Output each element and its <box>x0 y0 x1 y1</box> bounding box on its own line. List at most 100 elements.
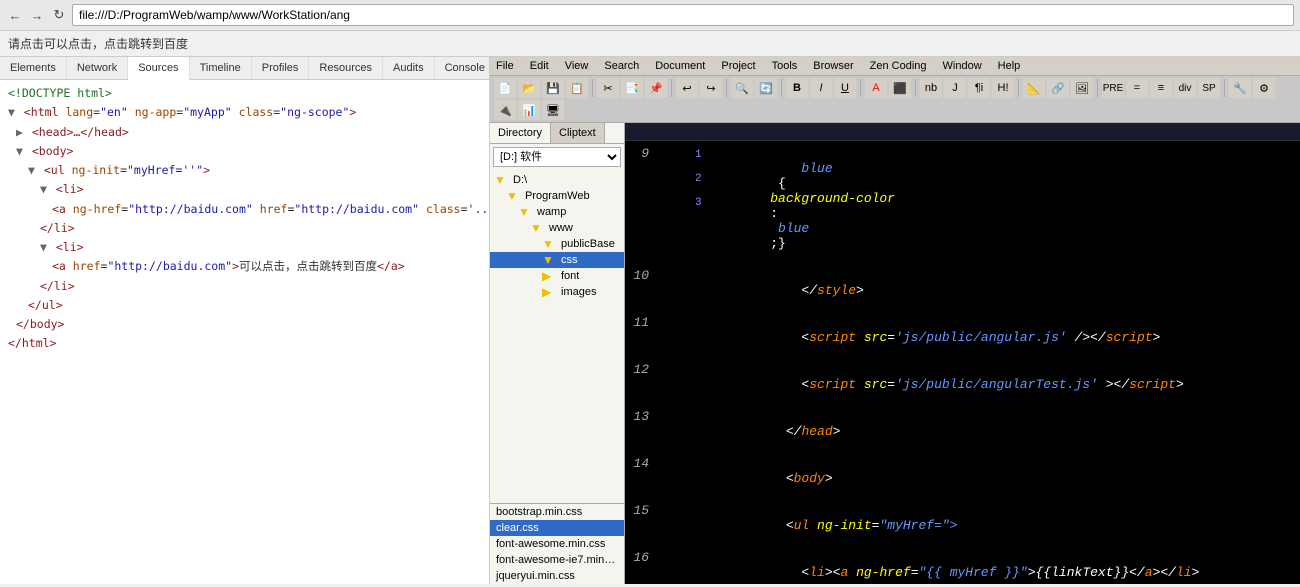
tb-misc5[interactable]: 🖥 <box>542 100 564 120</box>
tb-saveas[interactable]: 📋 <box>566 78 588 98</box>
tb-paste[interactable]: 📌 <box>645 78 667 98</box>
tab-network[interactable]: Network <box>67 57 128 79</box>
menu-document[interactable]: Document <box>653 59 707 73</box>
tb-undo[interactable]: ↩ <box>676 78 698 98</box>
tb-list[interactable]: ≡ <box>1150 78 1172 98</box>
drive-selector[interactable]: [D:] 软件 <box>493 147 621 167</box>
menu-file[interactable]: File <box>494 59 516 73</box>
tab-sources[interactable]: Sources <box>128 57 189 80</box>
code-line-10: 10 </style> <box>625 267 1300 314</box>
code-line-12: 12 <script src='js/public/angularTest.js… <box>625 361 1300 408</box>
fb-item-programweb[interactable]: ▼ ProgramWeb <box>490 188 624 204</box>
expand-icon[interactable]: ▼ <box>16 144 23 158</box>
tb-save[interactable]: 💾 <box>542 78 564 98</box>
line-content: <script src='js/public/angular.js' /></s… <box>661 315 1300 360</box>
tb-misc1[interactable]: 🔧 <box>1229 78 1251 98</box>
expand-icon[interactable]: ▼ <box>40 240 47 254</box>
menu-search[interactable]: Search <box>602 59 641 73</box>
dom-line: </li> <box>0 277 489 296</box>
forward-button[interactable]: → <box>28 6 46 24</box>
tb-more3[interactable]: ¶i <box>968 78 990 98</box>
tab-audits[interactable]: Audits <box>383 57 435 79</box>
menu-view[interactable]: View <box>563 59 591 73</box>
file-item-bootstrap[interactable]: bootstrap.min.css <box>490 504 624 520</box>
file-item-jqueryui[interactable]: jqueryui.min.css <box>490 568 624 584</box>
tb-cut[interactable]: ✂ <box>597 78 619 98</box>
tb-more2[interactable]: J <box>944 78 966 98</box>
dom-line: </li> <box>0 219 489 238</box>
tb-misc2[interactable]: ⚙ <box>1253 78 1275 98</box>
fb-item-css[interactable]: ▼ css <box>490 252 624 268</box>
fb-tab-cliptext[interactable]: Cliptext <box>551 123 605 143</box>
file-item-fontawesome-ie7[interactable]: font-awesome-ie7.min… <box>490 552 624 568</box>
menu-zen-coding[interactable]: Zen Coding <box>868 59 929 73</box>
tb-copy[interactable]: 📑 <box>621 78 643 98</box>
tb-bold[interactable]: B <box>786 78 808 98</box>
tb-underline[interactable]: U <box>834 78 856 98</box>
menu-help[interactable]: Help <box>996 59 1023 73</box>
fb-tab-directory[interactable]: Directory <box>490 123 551 143</box>
tb-bgcolor[interactable]: ⬛ <box>889 78 911 98</box>
tb-div[interactable]: div <box>1174 78 1196 98</box>
expand-icon[interactable]: ▼ <box>28 163 35 177</box>
tb-sp[interactable]: SP <box>1198 78 1220 98</box>
code-line-11: 11 <script src='js/public/angular.js' />… <box>625 314 1300 361</box>
fb-label: publicBase <box>561 238 615 250</box>
tab-profiles[interactable]: Profiles <box>252 57 310 79</box>
menu-edit[interactable]: Edit <box>528 59 551 73</box>
fb-item-wamp[interactable]: ▼ wamp <box>490 204 624 220</box>
menu-project[interactable]: Project <box>719 59 757 73</box>
tb-more1[interactable]: nb <box>920 78 942 98</box>
line-number: 13 <box>625 409 661 424</box>
fb-label: wamp <box>537 206 566 218</box>
expand-icon[interactable]: ▼ <box>8 105 15 119</box>
line-content: </style> <box>661 268 1300 313</box>
tb-redo[interactable]: ↪ <box>700 78 722 98</box>
fb-item-images[interactable]: ▶ images <box>490 284 624 300</box>
expand-icon[interactable]: ▼ <box>40 182 47 196</box>
tb-misc3[interactable]: 🔌 <box>494 100 516 120</box>
reload-button[interactable]: ↻ <box>50 6 68 24</box>
file-list: bootstrap.min.css clear.css font-awesome… <box>490 503 624 584</box>
menu-browser[interactable]: Browser <box>811 59 855 73</box>
tab-console[interactable]: Console <box>435 57 496 79</box>
tb-img[interactable]: 🖼 <box>1071 78 1093 98</box>
fb-label: D:\ <box>513 174 527 186</box>
fb-item-www[interactable]: ▼ www <box>490 220 624 236</box>
tb-color[interactable]: A <box>865 78 887 98</box>
address-bar[interactable] <box>72 4 1294 26</box>
tb-new[interactable]: 📄 <box>494 78 516 98</box>
tb-italic[interactable]: I <box>810 78 832 98</box>
tb-misc4[interactable]: 📊 <box>518 100 540 120</box>
folder-icon: ▶ <box>542 270 558 282</box>
preview-bar: 请点击可以点击，点击跳转到百度 <box>0 31 1300 57</box>
fb-item-publicbase[interactable]: ▼ publicBase <box>490 236 624 252</box>
fb-tree[interactable]: ▼ D:\ ▼ ProgramWeb ▼ wamp ▼ www <box>490 170 624 503</box>
line-content: </head> <box>661 409 1300 454</box>
file-item-clear[interactable]: clear.css <box>490 520 624 536</box>
tb-link[interactable]: 🔗 <box>1047 78 1069 98</box>
tb-find[interactable]: 🔍 <box>731 78 753 98</box>
tb-open[interactable]: 📂 <box>518 78 540 98</box>
code-line-9: 9 blue { background-color : blue ;} <box>625 145 1300 267</box>
fb-item-d[interactable]: ▼ D:\ <box>490 172 624 188</box>
tb-more4[interactable]: H! <box>992 78 1014 98</box>
menu-window[interactable]: Window <box>941 59 984 73</box>
tb-pre[interactable]: PRE <box>1102 78 1124 98</box>
expand-icon[interactable]: ▶ <box>16 125 23 139</box>
tb-table[interactable]: 📐 <box>1023 78 1045 98</box>
tab-resources[interactable]: Resources <box>309 57 383 79</box>
folder-icon: ▼ <box>518 206 534 218</box>
file-item-fontawesome[interactable]: font-awesome.min.css <box>490 536 624 552</box>
tb-replace[interactable]: 🔄 <box>755 78 777 98</box>
dom-line: ▶ <head>…</head> <box>0 123 489 142</box>
back-button[interactable]: ← <box>6 6 24 24</box>
menu-tools[interactable]: Tools <box>770 59 800 73</box>
fb-item-font[interactable]: ▶ font <box>490 268 624 284</box>
tb-align[interactable]: = <box>1126 78 1148 98</box>
tab-timeline[interactable]: Timeline <box>190 57 252 79</box>
dom-tree[interactable]: <!DOCTYPE html> ▼ <html lang="en" ng-app… <box>0 80 489 584</box>
separator <box>915 79 916 97</box>
tab-elements[interactable]: Elements <box>0 57 67 79</box>
code-editor[interactable]: 1 2 3 9 blue { <box>625 123 1300 584</box>
